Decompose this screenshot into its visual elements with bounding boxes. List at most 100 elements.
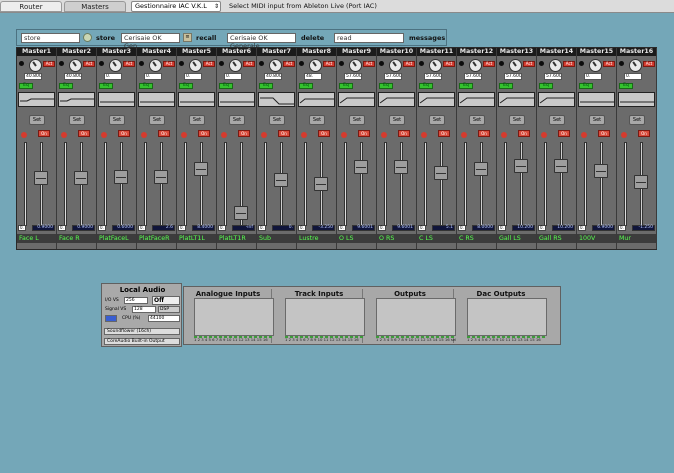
eq-button[interactable]: Eq xyxy=(459,83,473,89)
fader-track[interactable] xyxy=(440,142,443,226)
gain-value-field[interactable]: 40.800 xyxy=(264,73,282,80)
store-button-icon[interactable] xyxy=(83,33,92,42)
level-value-field[interactable]: 0. xyxy=(178,225,186,231)
on-button[interactable]: On xyxy=(438,130,450,137)
fader-handle[interactable] xyxy=(314,177,328,191)
eq-button[interactable]: Eq xyxy=(259,83,273,89)
eq-button[interactable]: Eq xyxy=(419,83,433,89)
set-button[interactable]: Set xyxy=(629,115,645,125)
set-button[interactable]: Set xyxy=(149,115,165,125)
messages-input[interactable]: read xyxy=(334,33,404,43)
gain-value-field[interactable]: 0. xyxy=(224,73,242,80)
fader-handle[interactable] xyxy=(234,206,248,220)
fader-handle[interactable] xyxy=(474,162,488,176)
set-button[interactable]: Set xyxy=(589,115,605,125)
midi-input-select[interactable]: Gestionnaire IAC V.K.L ⇕ xyxy=(131,1,221,12)
gain-value-field[interactable]: 0. xyxy=(584,73,602,80)
set-button[interactable]: Set xyxy=(469,115,485,125)
on-button[interactable]: On xyxy=(398,130,410,137)
level-value-field[interactable]: 0. xyxy=(138,225,146,231)
audio-toggle-icon[interactable] xyxy=(105,315,117,322)
gain-knob-icon[interactable] xyxy=(189,59,202,72)
act-button[interactable]: Act xyxy=(43,61,55,67)
outputs-matrix[interactable] xyxy=(376,298,456,336)
set-button[interactable]: Set xyxy=(109,115,125,125)
gain-knob-icon[interactable] xyxy=(109,59,122,72)
set-button[interactable]: Set xyxy=(29,115,45,125)
fader-handle[interactable] xyxy=(594,164,608,178)
on-button[interactable]: On xyxy=(78,130,90,137)
level-value-field[interactable]: 0. xyxy=(378,225,386,231)
signal-vs-select[interactable]: 128 xyxy=(132,306,156,313)
gain-knob-icon[interactable] xyxy=(389,59,402,72)
act-button[interactable]: Act xyxy=(603,61,615,67)
level-value-field[interactable]: 0. xyxy=(578,225,586,231)
act-button[interactable]: Act xyxy=(363,61,375,67)
act-button[interactable]: Act xyxy=(83,61,95,67)
gain-value-field[interactable]: 0. xyxy=(624,73,642,80)
gain-knob-icon[interactable] xyxy=(149,59,162,72)
eq-button[interactable]: Eq xyxy=(299,83,313,89)
gain-knob-icon[interactable] xyxy=(429,59,442,72)
fader-track[interactable] xyxy=(120,142,123,226)
tab-masters[interactable]: Masters xyxy=(64,1,126,12)
gain-knob-icon[interactable] xyxy=(229,59,242,72)
act-button[interactable]: Act xyxy=(323,61,335,67)
gain-value-field[interactable]: 57.600 xyxy=(344,73,362,80)
eq-button[interactable]: Eq xyxy=(99,83,113,89)
level-value-field[interactable]: 0. xyxy=(458,225,466,231)
eq-curve-display[interactable] xyxy=(538,92,575,107)
act-button[interactable]: Act xyxy=(523,61,535,67)
set-button[interactable]: Set xyxy=(309,115,325,125)
act-button[interactable]: Act xyxy=(163,61,175,67)
act-button[interactable]: Act xyxy=(643,61,655,67)
fader-track[interactable] xyxy=(560,142,563,226)
eq-button[interactable]: Eq xyxy=(19,83,33,89)
track-inputs-matrix[interactable] xyxy=(285,298,365,336)
gain-value-field[interactable]: 57.600 xyxy=(464,73,482,80)
eq-button[interactable]: Eq xyxy=(59,83,73,89)
level-value-field[interactable]: 0. xyxy=(298,225,306,231)
set-button[interactable]: Set xyxy=(429,115,445,125)
store-input[interactable]: store xyxy=(21,33,80,43)
fader-handle[interactable] xyxy=(514,159,528,173)
level-value-field[interactable]: 0. xyxy=(498,225,506,231)
level-value-field[interactable]: 0. xyxy=(98,225,106,231)
on-button[interactable]: On xyxy=(358,130,370,137)
act-button[interactable]: Act xyxy=(483,61,495,67)
eq-button[interactable]: Eq xyxy=(339,83,353,89)
eq-curve-display[interactable] xyxy=(18,92,55,107)
set-button[interactable]: Set xyxy=(69,115,85,125)
sample-rate-select[interactable]: 44100 xyxy=(148,315,180,322)
act-button[interactable]: Act xyxy=(243,61,255,67)
fader-handle[interactable] xyxy=(34,171,48,185)
gain-value-field[interactable]: 0. xyxy=(144,73,162,80)
gain-knob-icon[interactable] xyxy=(629,59,642,72)
fader-track[interactable] xyxy=(400,142,403,226)
gain-value-field[interactable]: 40.800 xyxy=(64,73,82,80)
gain-knob-icon[interactable] xyxy=(589,59,602,72)
eq-curve-display[interactable] xyxy=(338,92,375,107)
level-value-field[interactable]: 0. xyxy=(338,225,346,231)
delete-label[interactable]: delete xyxy=(301,33,324,43)
eq-button[interactable]: Eq xyxy=(219,83,233,89)
fader-track[interactable] xyxy=(200,142,203,226)
gain-value-field[interactable]: 48. xyxy=(304,73,322,80)
gain-knob-icon[interactable] xyxy=(29,59,42,72)
eq-button[interactable]: Eq xyxy=(619,83,633,89)
gain-knob-icon[interactable] xyxy=(549,59,562,72)
eq-curve-display[interactable] xyxy=(498,92,535,107)
act-button[interactable]: Act xyxy=(123,61,135,67)
recall-menu-icon[interactable]: ≡ xyxy=(183,33,192,42)
set-button[interactable]: Set xyxy=(549,115,565,125)
gain-knob-icon[interactable] xyxy=(69,59,82,72)
on-button[interactable]: On xyxy=(598,130,610,137)
dac-outputs-matrix[interactable] xyxy=(467,298,547,336)
level-value-field[interactable]: 0. xyxy=(418,225,426,231)
level-value-field[interactable]: 0. xyxy=(258,225,266,231)
level-value-field[interactable]: 0. xyxy=(218,225,226,231)
eq-curve-display[interactable] xyxy=(138,92,175,107)
on-button[interactable]: On xyxy=(638,130,650,137)
eq-button[interactable]: Eq xyxy=(139,83,153,89)
tab-router[interactable]: Router xyxy=(0,1,62,12)
